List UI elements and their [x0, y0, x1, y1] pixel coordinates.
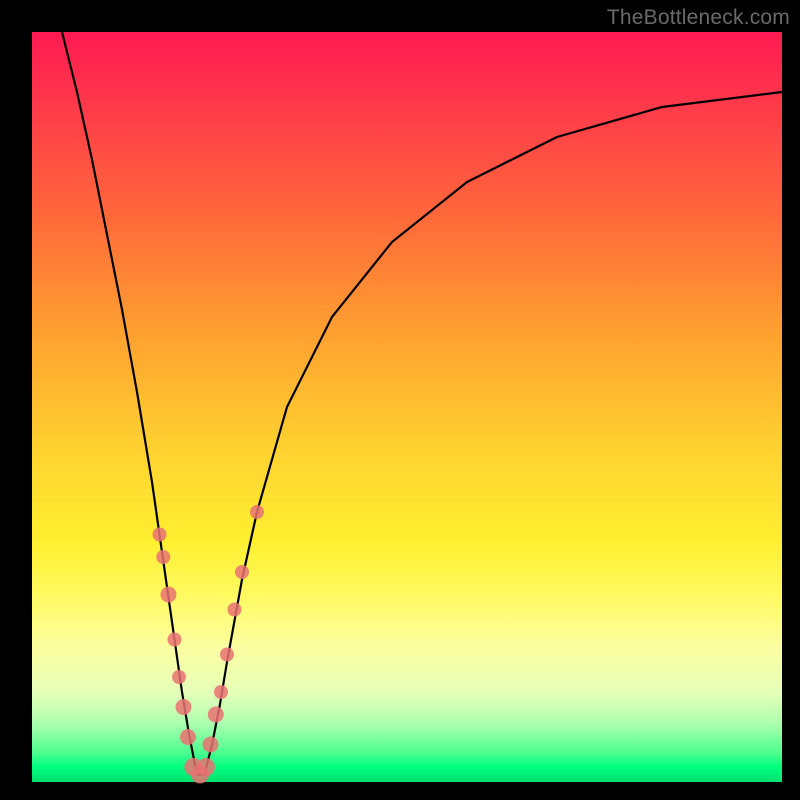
marker-dot — [153, 528, 167, 542]
chart-stage: TheBottleneck.com — [0, 0, 800, 800]
marker-dot — [228, 603, 242, 617]
marker-dot — [176, 699, 192, 715]
marker-dot — [220, 648, 234, 662]
marker-dot — [250, 505, 264, 519]
marker-dot — [180, 729, 196, 745]
watermark-text: TheBottleneck.com — [607, 6, 790, 30]
marker-dot — [214, 685, 228, 699]
marker-dot — [235, 565, 249, 579]
marker-group — [153, 505, 265, 784]
chart-svg — [32, 32, 782, 782]
marker-dot — [156, 550, 170, 564]
marker-dot — [161, 587, 177, 603]
bottleneck-curve — [62, 32, 782, 775]
marker-dot — [208, 707, 224, 723]
marker-dot — [197, 758, 215, 776]
marker-dot — [203, 737, 219, 753]
marker-dot — [172, 670, 186, 684]
marker-dot — [168, 633, 182, 647]
